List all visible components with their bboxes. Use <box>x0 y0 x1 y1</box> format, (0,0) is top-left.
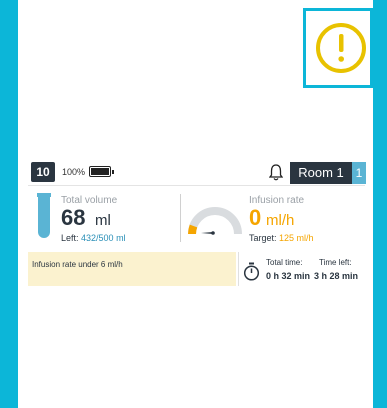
battery-icon <box>89 166 114 177</box>
battery-percent: 100% <box>62 167 86 177</box>
time-left-label: Time left: <box>319 258 352 267</box>
infusion-rate-unit: ml/h <box>266 212 295 229</box>
volume-left-value: 432/500 ml <box>81 233 126 243</box>
pump-status-card: 10 100% Room 1 1 Total volume 68 ml Left… <box>28 160 366 286</box>
room-index-badge[interactable]: 1 <box>352 162 366 184</box>
status-bar: 10 100% Room 1 1 <box>28 160 366 186</box>
infusion-target-prefix: Target: <box>249 233 277 243</box>
room-button[interactable]: Room 1 <box>290 162 352 184</box>
divider <box>180 194 181 242</box>
time-left-value: 3 h 28 min <box>314 271 359 281</box>
total-volume-unit: ml <box>95 212 111 229</box>
alert-circle-icon <box>316 23 366 73</box>
total-time-value: 0 h 32 min <box>266 271 311 281</box>
syringe-icon <box>37 193 51 238</box>
volume-left-prefix: Left: <box>61 233 79 243</box>
time-panel: Total time: 0 h 32 min Time left: 3 h 28… <box>238 252 365 286</box>
gauge-icon <box>188 207 242 235</box>
infusion-target: Target: 125 ml/h <box>249 233 314 243</box>
alert-indicator[interactable] <box>303 8 373 88</box>
bell-icon[interactable] <box>269 163 283 181</box>
infusion-target-value: 125 ml/h <box>279 233 314 243</box>
bed-number-badge: 10 <box>31 162 55 182</box>
infusion-rate-value: 0 <box>249 205 262 230</box>
volume-left: Left: 432/500 ml <box>61 233 126 243</box>
rate-warning-banner: Infusion rate under 6 ml/h <box>28 252 236 286</box>
total-time-label: Total time: <box>266 258 303 267</box>
timer-icon <box>243 262 260 281</box>
total-volume-value: 68 <box>61 205 86 230</box>
